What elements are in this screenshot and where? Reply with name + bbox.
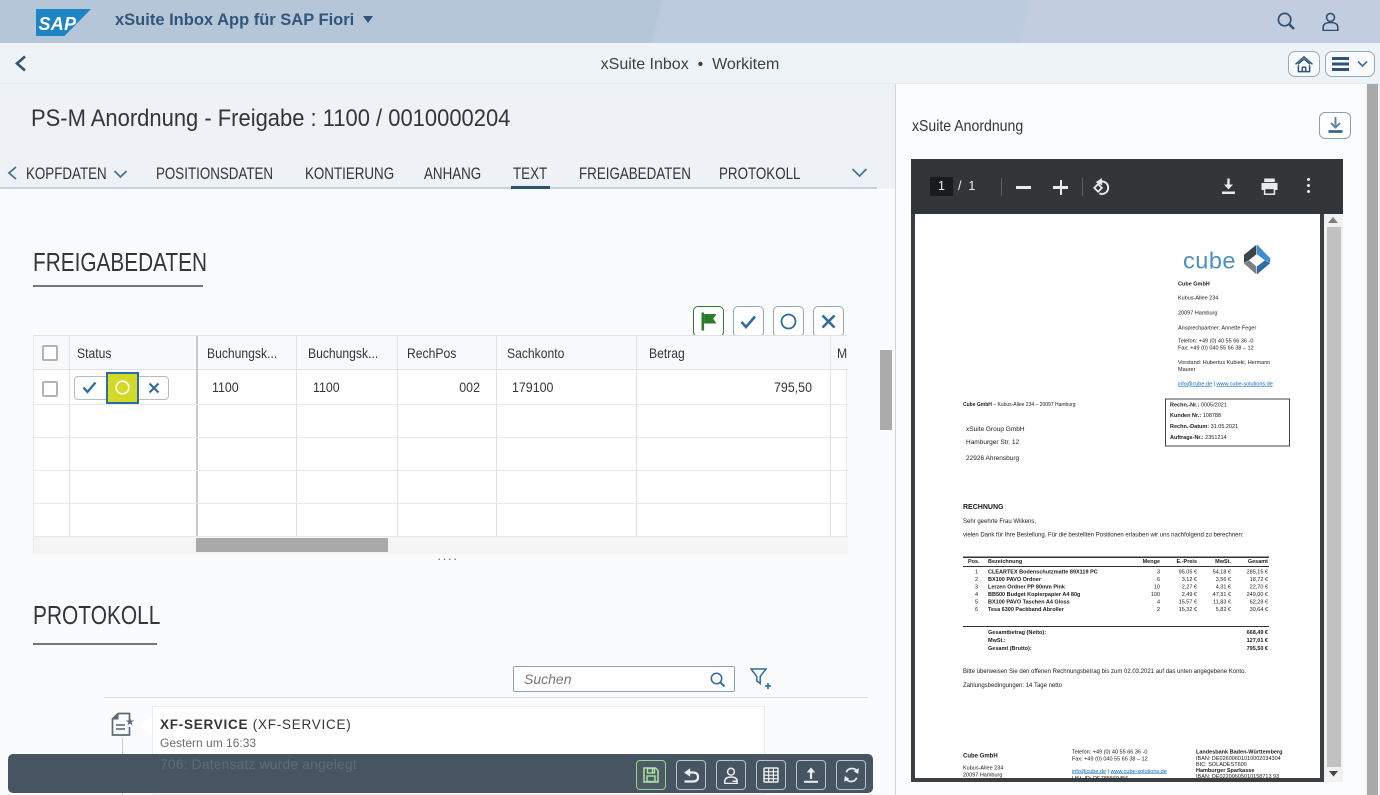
- svg-text:SAP: SAP: [39, 14, 78, 34]
